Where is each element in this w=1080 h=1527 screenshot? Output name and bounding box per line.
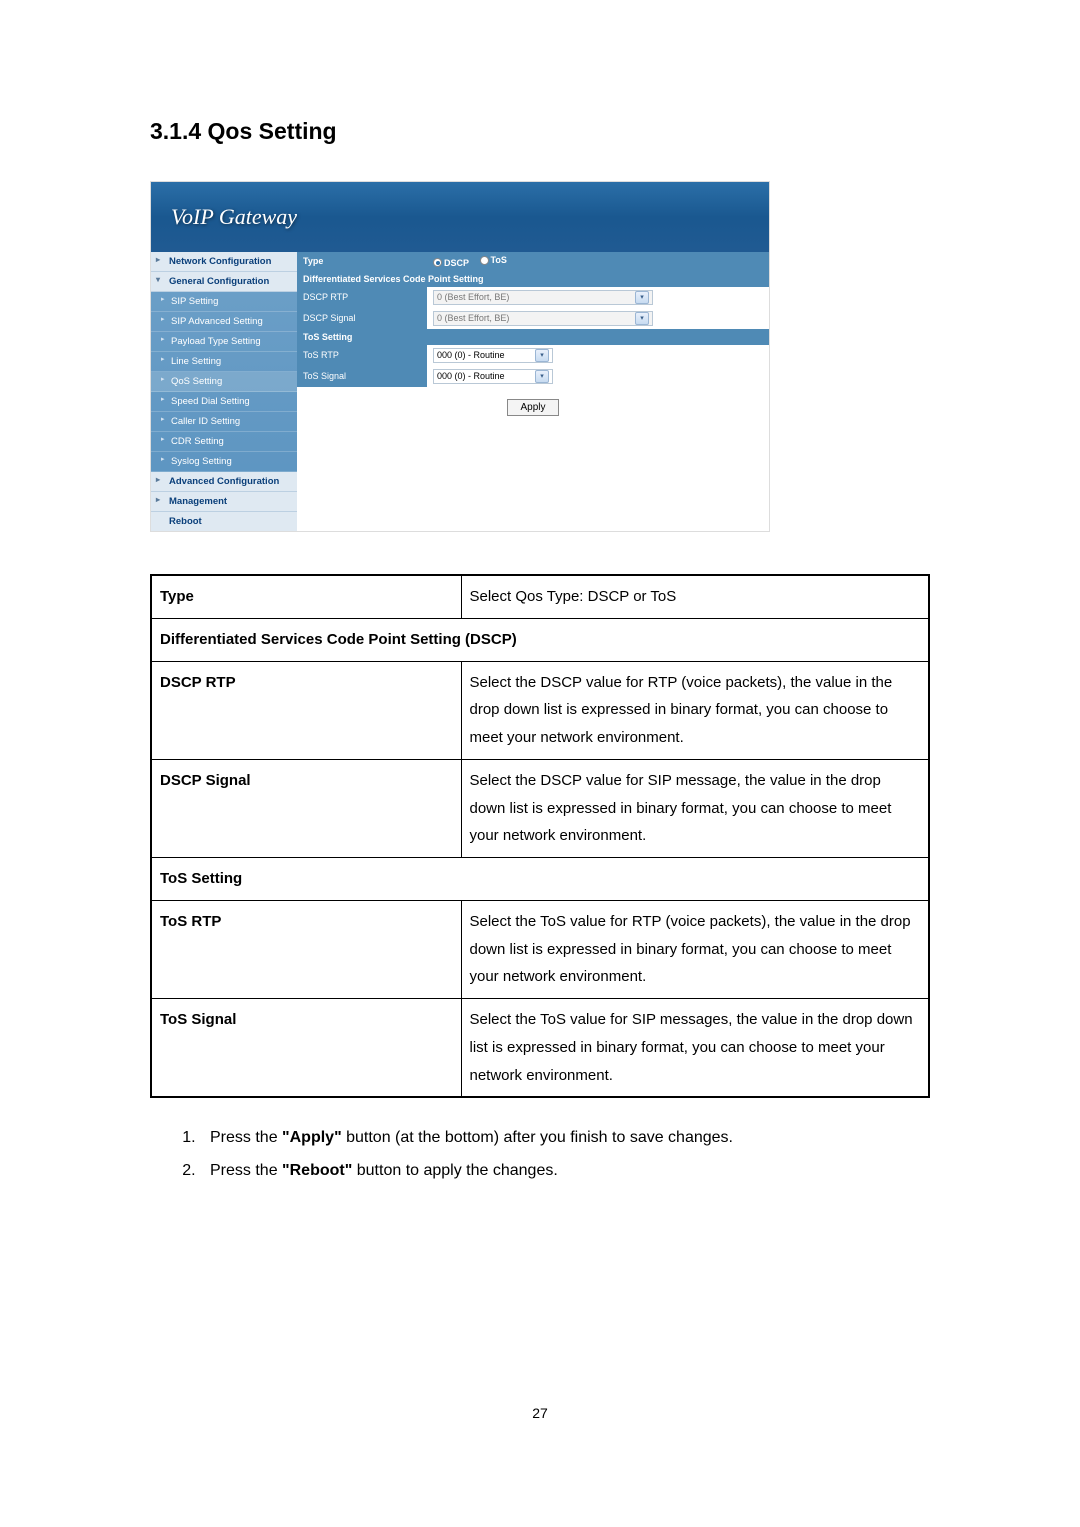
cell-desc: Select the ToS value for RTP (voice pack…	[461, 900, 929, 998]
row-dscp-rtp-label: DSCP RTP	[297, 287, 427, 308]
dscp-rtp-select[interactable]: 0 (Best Effort, BE) ▾	[433, 290, 653, 305]
cell-desc: Select the DSCP value for RTP (voice pac…	[461, 661, 929, 759]
content-pane: Type DSCP ToS Differentiated Services Co…	[297, 252, 769, 531]
sidebar-item-syslog[interactable]: Syslog Setting	[151, 452, 297, 472]
chevron-down-icon: ▾	[635, 312, 649, 325]
section-tos-title: ToS Setting	[297, 329, 769, 345]
text: button to apply the changes.	[352, 1162, 557, 1179]
tos-signal-value: 000 (0) - Routine	[437, 371, 505, 381]
radio-dot-icon	[480, 256, 489, 265]
cell-section: Differentiated Services Code Point Setti…	[151, 618, 929, 661]
table-row: Type Select Qos Type: DSCP or ToS	[151, 575, 929, 618]
sidebar-item-line[interactable]: Line Setting	[151, 352, 297, 372]
table-row: DSCP Signal Select the DSCP value for SI…	[151, 759, 929, 857]
text: Press the	[210, 1129, 282, 1146]
chevron-down-icon: ▾	[535, 349, 549, 362]
dscp-signal-value: 0 (Best Effort, BE)	[437, 313, 509, 323]
apply-button[interactable]: Apply	[507, 399, 558, 416]
dscp-signal-select[interactable]: 0 (Best Effort, BE) ▾	[433, 311, 653, 326]
row-type-label: Type	[297, 252, 427, 271]
row-dscp-signal-label: DSCP Signal	[297, 308, 427, 329]
sidebar-section-general[interactable]: General Configuration	[151, 272, 297, 292]
tos-signal-select[interactable]: 000 (0) - Routine ▾	[433, 369, 553, 384]
radio-dot-icon	[433, 258, 442, 267]
cell-label: Type	[151, 575, 461, 618]
cell-section: ToS Setting	[151, 858, 929, 901]
sidebar-item-speeddial[interactable]: Speed Dial Setting	[151, 392, 297, 412]
row-dscp-rtp-field: 0 (Best Effort, BE) ▾	[427, 287, 769, 308]
row-type-value: DSCP ToS	[427, 252, 769, 271]
table-row: ToS RTP Select the ToS value for RTP (vo…	[151, 900, 929, 998]
instruction-1: Press the "Apply" button (at the bottom)…	[200, 1124, 930, 1151]
app-window: VoIP Gateway Network Configuration Gener…	[150, 181, 770, 532]
row-tos-rtp-label: ToS RTP	[297, 345, 427, 366]
sidebar-item-cdr[interactable]: CDR Setting	[151, 432, 297, 452]
cell-label: DSCP Signal	[151, 759, 461, 857]
sidebar-section-network[interactable]: Network Configuration	[151, 252, 297, 272]
section-heading: 3.1.4 Qos Setting	[150, 118, 930, 145]
sidebar-item-payload[interactable]: Payload Type Setting	[151, 332, 297, 352]
bold-text: "Reboot"	[282, 1162, 352, 1179]
cell-desc: Select Qos Type: DSCP or ToS	[461, 575, 929, 618]
text: button (at the bottom) after you finish …	[342, 1129, 733, 1146]
chevron-down-icon: ▾	[635, 291, 649, 304]
cell-label: ToS RTP	[151, 900, 461, 998]
cell-desc: Select the DSCP value for SIP message, t…	[461, 759, 929, 857]
table-row: ToS Setting	[151, 858, 929, 901]
cell-label: ToS Signal	[151, 999, 461, 1098]
tos-rtp-value: 000 (0) - Routine	[437, 350, 505, 360]
cell-desc: Select the ToS value for SIP messages, t…	[461, 999, 929, 1098]
sidebar-item-callerid[interactable]: Caller ID Setting	[151, 412, 297, 432]
instructions-list: Press the "Apply" button (at the bottom)…	[200, 1124, 930, 1184]
apply-row: Apply	[297, 387, 769, 426]
instruction-2: Press the "Reboot" button to apply the c…	[200, 1157, 930, 1184]
sidebar: Network Configuration General Configurat…	[151, 252, 297, 531]
page-number: 27	[0, 1405, 1080, 1421]
radio-tos-label: ToS	[491, 255, 507, 265]
bold-text: "Apply"	[282, 1129, 342, 1146]
app-body: Network Configuration General Configurat…	[151, 252, 769, 531]
text: Press the	[210, 1162, 282, 1179]
row-dscp-signal-field: 0 (Best Effort, BE) ▾	[427, 308, 769, 329]
radio-dscp-label: DSCP	[444, 258, 469, 268]
chevron-down-icon: ▾	[535, 370, 549, 383]
sidebar-item-sip[interactable]: SIP Setting	[151, 292, 297, 312]
section-dscp-title: Differentiated Services Code Point Setti…	[297, 271, 769, 287]
row-tos-signal-label: ToS Signal	[297, 366, 427, 387]
doc-table: Type Select Qos Type: DSCP or ToS Differ…	[150, 574, 930, 1098]
table-row: ToS Signal Select the ToS value for SIP …	[151, 999, 929, 1098]
app-brand: VoIP Gateway	[171, 204, 297, 230]
radio-dscp[interactable]: DSCP	[433, 258, 469, 268]
row-tos-signal-field: 000 (0) - Routine ▾	[427, 366, 769, 387]
app-header: VoIP Gateway	[151, 182, 769, 252]
tos-rtp-select[interactable]: 000 (0) - Routine ▾	[433, 348, 553, 363]
qos-form-table: Type DSCP ToS Differentiated Services Co…	[297, 252, 769, 387]
sidebar-item-reboot[interactable]: Reboot	[151, 512, 297, 531]
sidebar-item-qos[interactable]: QoS Setting	[151, 372, 297, 392]
sidebar-section-advanced[interactable]: Advanced Configuration	[151, 472, 297, 492]
sidebar-section-management[interactable]: Management	[151, 492, 297, 512]
cell-label: DSCP RTP	[151, 661, 461, 759]
table-row: DSCP RTP Select the DSCP value for RTP (…	[151, 661, 929, 759]
dscp-rtp-value: 0 (Best Effort, BE)	[437, 292, 509, 302]
sidebar-item-sip-adv[interactable]: SIP Advanced Setting	[151, 312, 297, 332]
table-row: Differentiated Services Code Point Setti…	[151, 618, 929, 661]
radio-tos[interactable]: ToS	[480, 255, 507, 265]
row-tos-rtp-field: 000 (0) - Routine ▾	[427, 345, 769, 366]
